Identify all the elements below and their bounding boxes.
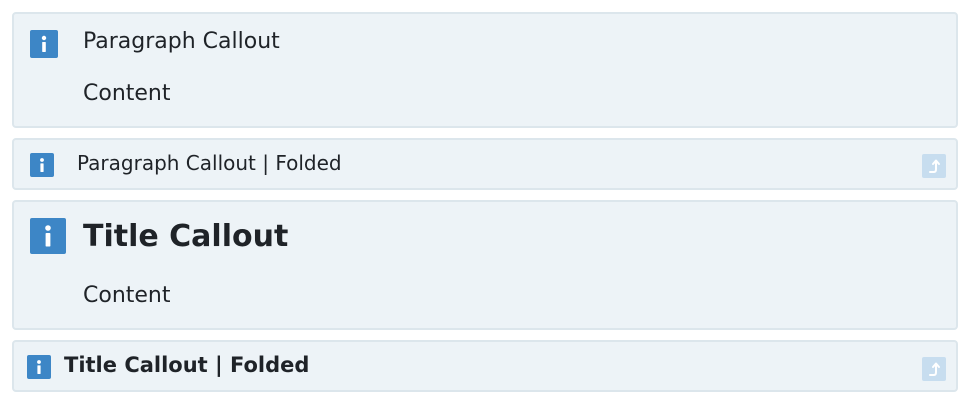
callout-title: Title Callout | Folded [64, 353, 310, 377]
info-icon [27, 355, 51, 379]
info-icon [30, 153, 54, 177]
callout-title: Title Callout [83, 219, 289, 254]
unfold-arrow-icon[interactable] [922, 154, 946, 178]
paragraph-callout-folded[interactable]: Paragraph Callout | Folded [12, 138, 958, 190]
unfold-arrow-icon[interactable] [922, 357, 946, 381]
callout-title: Paragraph Callout | Folded [77, 151, 342, 175]
info-icon [30, 218, 66, 254]
callout-content: Content [83, 81, 171, 106]
paragraph-callout: Paragraph Callout Content [12, 12, 958, 128]
info-icon [30, 30, 58, 58]
title-callout-folded[interactable]: Title Callout | Folded [12, 340, 958, 392]
title-callout: Title Callout Content [12, 200, 958, 330]
callout-title: Paragraph Callout [83, 29, 280, 54]
callout-content: Content [83, 283, 171, 308]
